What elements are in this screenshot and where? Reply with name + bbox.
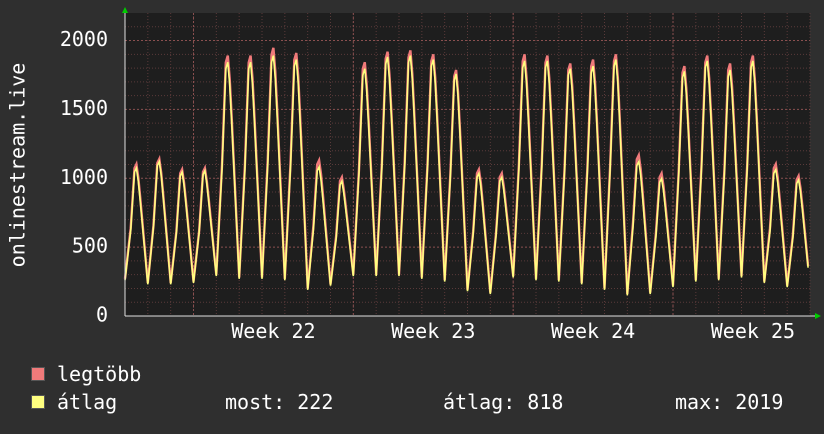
legend-item-max: legtöbb [31,362,142,386]
x-tick-label: Week 22 [231,319,315,343]
x-tick-label: Week 24 [551,319,635,343]
x-tick-labels: Week 22 Week 23 Week 24 Week 25 [231,319,795,343]
y-tick-labels: 0 500 1000 1500 2000 [60,27,108,326]
y-tick-label: 1500 [60,96,108,120]
stat-current: most: 222 [225,390,334,414]
legend-swatch-avg [31,395,45,409]
x-tick-label: Week 25 [711,319,795,343]
y-tick-label: 0 [96,303,108,327]
y-axis-arrow-icon [122,7,128,13]
legend-swatch-max [31,367,45,381]
x-axis-arrow-icon [815,313,821,319]
legend-label-avg: átlag [57,390,118,414]
y-tick-label: 1000 [60,165,108,189]
stat-average: átlag: 818 [443,390,564,414]
y-tick-label: 500 [72,234,108,258]
y-axis-label: onlinestream.live [6,63,30,268]
y-tick-label: 2000 [60,27,108,51]
x-tick-label: Week 23 [391,319,475,343]
legend-item-avg: átlag [31,390,118,414]
legend-label-max: legtöbb [57,362,142,386]
stat-maximum: max: 2019 [675,390,784,414]
